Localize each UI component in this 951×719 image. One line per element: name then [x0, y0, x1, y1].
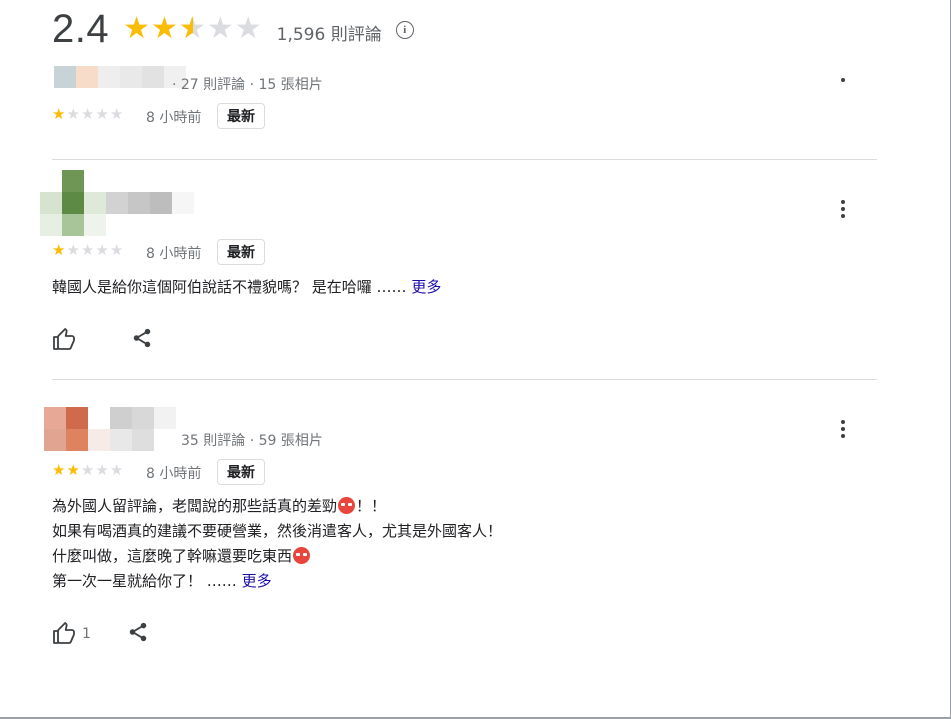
review-text-segment: 第一次一星就給你了！ …… — [52, 572, 237, 590]
total-review-count: 1,596 則評論 — [276, 24, 382, 45]
more-vert-icon — [841, 200, 845, 204]
star-empty-icon: ★ — [206, 11, 234, 46]
rating-summary: 2.4 ★ ★ ★ ★ ★ 1,596 則評論 i — [52, 6, 414, 52]
review-text: 為外國人留評論，老闆說的那些話真的差勁 ！！ 如果有喝酒真的建議不要硬營業，然後消… — [52, 494, 502, 594]
star-icon: ★ — [52, 241, 66, 259]
review-actions: 1 — [52, 620, 149, 648]
average-rating: 2.4 — [52, 6, 110, 51]
review-more-menu[interactable] — [833, 415, 853, 443]
more-vert-icon — [841, 434, 845, 438]
review-stars: ★ ★ ★ ★ ★ — [52, 243, 124, 258]
review-more-menu[interactable] — [833, 195, 853, 223]
star-empty-icon: ★ — [80, 461, 95, 479]
review-text-segment: 為外國人留評論，老闆說的那些話真的差勁 — [52, 497, 338, 515]
star-icon: ★ — [52, 105, 66, 123]
newest-badge: 最新 — [217, 459, 265, 485]
more-link[interactable]: 更多 — [411, 278, 441, 296]
review-stars: ★ ★ ★ ★ ★ — [52, 463, 124, 478]
star-empty-icon: ★ — [95, 105, 109, 123]
review-text-line: 如果有喝酒真的建議不要硬營業，然後消遣客人，尤其是外國客人！ — [52, 522, 503, 540]
star-half-icon: ★ — [179, 14, 206, 45]
average-rating-stars: ★ ★ ★ ★ ★ — [123, 11, 263, 46]
star-empty-icon: ★ — [109, 241, 124, 259]
review-actions — [52, 326, 153, 354]
review-text-segment: ！！ — [356, 497, 387, 515]
more-vert-icon — [841, 78, 845, 82]
reviewer-stats: 35 則評論 · 59 張相片 — [181, 433, 323, 449]
star-empty-icon: ★ — [95, 241, 109, 259]
star-empty-icon: ★ — [66, 241, 80, 259]
share-icon — [129, 622, 147, 642]
star-empty-icon: ★ — [234, 11, 262, 46]
reviewer-avatar-blurred — [44, 407, 176, 451]
star-empty-icon: ★ — [80, 241, 95, 259]
like-count: 1 — [82, 626, 91, 642]
star-icon: ★ — [151, 11, 178, 46]
review-text-segment: 什麼叫做，這麼晚了幹嘛還要吃東西 — [52, 547, 293, 565]
thumb-up-icon — [53, 622, 75, 644]
review-divider — [52, 159, 877, 160]
review-text-line: 為外國人留評論，老闆說的那些話真的差勁 ！！ — [52, 494, 502, 519]
angry-face-icon — [338, 497, 356, 514]
more-link[interactable]: 更多 — [242, 572, 272, 590]
review-more-menu[interactable] — [833, 66, 853, 94]
star-icon: ★ — [66, 461, 80, 479]
star-empty-icon: ★ — [80, 105, 95, 123]
star-icon: ★ — [123, 11, 151, 46]
review-time: 8 小時前 — [146, 466, 202, 482]
angry-face-icon — [293, 547, 311, 564]
review-divider — [52, 379, 877, 380]
like-button[interactable]: 1 — [52, 622, 91, 646]
more-vert-icon — [841, 214, 845, 218]
review-text-line: 什麼叫做，這麼晚了幹嘛還要吃東西 — [52, 544, 502, 569]
review-text: 韓國人是給你這個阿伯說話不禮貌嗎？ 是在哈囉 …… 更多 — [52, 275, 441, 300]
more-vert-icon — [841, 207, 845, 211]
share-button[interactable] — [127, 620, 149, 648]
reviewer-avatar-blurred — [40, 170, 194, 236]
review-text-line: 韓國人是給你這個阿伯說話不禮貌嗎？ 是在哈囉 …… — [52, 278, 407, 296]
reviewer-name-blurred — [54, 66, 186, 88]
info-icon[interactable]: i — [395, 21, 414, 39]
review-time: 8 小時前 — [146, 110, 202, 126]
more-vert-icon — [841, 427, 845, 431]
star-empty-icon: ★ — [66, 105, 80, 123]
newest-badge: 最新 — [217, 103, 265, 129]
share-icon — [133, 328, 151, 348]
share-button[interactable] — [131, 326, 153, 354]
more-vert-icon — [841, 420, 845, 424]
review-time: 8 小時前 — [146, 246, 202, 262]
like-button[interactable] — [52, 328, 76, 352]
review-text-line: 第一次一星就給你了！ …… 更多 — [52, 569, 502, 594]
reviewer-stats: · 27 則評論 · 15 張相片 — [172, 77, 323, 93]
thumb-up-icon — [53, 328, 75, 350]
star-empty-icon: ★ — [109, 105, 124, 123]
review-stars: ★ ★ ★ ★ ★ — [52, 107, 124, 122]
newest-badge: 最新 — [217, 239, 265, 265]
star-icon: ★ — [52, 461, 66, 479]
star-empty-icon: ★ — [95, 461, 109, 479]
star-empty-icon: ★ — [109, 461, 124, 479]
